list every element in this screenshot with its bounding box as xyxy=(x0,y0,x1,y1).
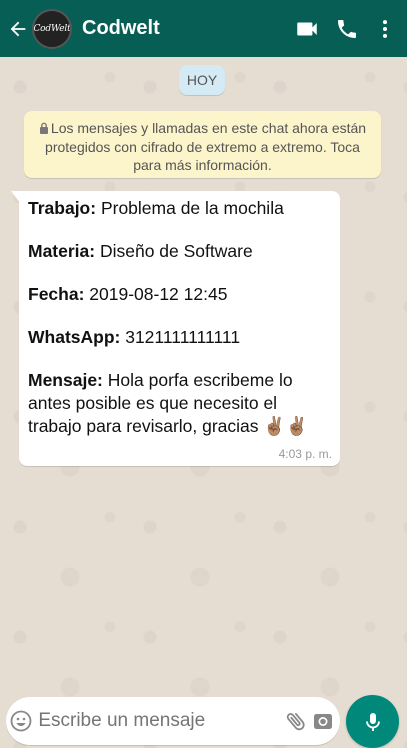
message-field-materia: Materia: Diseño de Software xyxy=(28,240,331,262)
encryption-notice-text: Los mensajes y llamadas en este chat aho… xyxy=(45,120,367,173)
message-bubble[interactable]: Trabajo: Problema de la mochila Materia:… xyxy=(19,191,340,466)
field-value: Problema de la mochila xyxy=(96,198,284,218)
field-label: Fecha: xyxy=(28,284,85,304)
field-label: Mensaje: xyxy=(28,370,103,390)
field-value: 2019-08-12 12:45 xyxy=(84,284,228,304)
arrow-back-icon xyxy=(10,21,26,36)
encryption-notice[interactable]: Los mensajes y llamadas en este chat aho… xyxy=(24,111,381,178)
message-field-whatsapp: WhatsApp: 3121111111111 xyxy=(28,326,331,348)
camera-button[interactable] xyxy=(310,697,336,745)
message-input[interactable] xyxy=(34,710,284,732)
field-value: Diseño de Software xyxy=(95,241,253,261)
more-vertical-icon xyxy=(382,19,388,38)
field-label: Trabajo: xyxy=(28,198,97,218)
attach-button[interactable] xyxy=(283,697,309,745)
contact-name[interactable]: Codwelt xyxy=(82,17,287,40)
emoji-icon xyxy=(10,710,32,732)
paperclip-icon xyxy=(287,712,306,731)
camera-icon xyxy=(313,714,332,729)
menu-button[interactable] xyxy=(367,0,403,57)
message-field-trabajo: Trabajo: Problema de la mochila xyxy=(28,197,331,219)
avatar[interactable]: CodWelt xyxy=(32,8,72,49)
chat-header: CodWelt Codwelt xyxy=(0,0,407,57)
video-camera-icon xyxy=(297,22,317,35)
avatar-logo-text: CodWelt xyxy=(33,23,71,34)
victory-hand-emoji: ✌🏽✌🏽 xyxy=(263,416,309,436)
field-value: 3121111111111 xyxy=(120,327,241,347)
video-call-button[interactable] xyxy=(287,0,327,57)
field-label: WhatsApp: xyxy=(28,327,121,347)
back-button[interactable] xyxy=(4,0,32,57)
field-label: Materia: xyxy=(28,241,96,261)
message-field-fecha: Fecha: 2019-08-12 12:45 xyxy=(28,283,331,305)
message-composer xyxy=(6,697,340,745)
message-timestamp: 4:03 p. m. xyxy=(278,447,332,461)
message-field-mensaje: Mensaje: Hola porfa escribeme lo antes p… xyxy=(28,369,328,438)
lock-icon xyxy=(39,120,49,138)
date-chip: HOY xyxy=(179,65,225,95)
voice-message-button[interactable] xyxy=(346,695,399,748)
emoji-button[interactable] xyxy=(8,697,34,745)
voice-call-button[interactable] xyxy=(327,0,367,57)
microphone-icon xyxy=(365,712,380,731)
phone-icon xyxy=(338,19,356,38)
